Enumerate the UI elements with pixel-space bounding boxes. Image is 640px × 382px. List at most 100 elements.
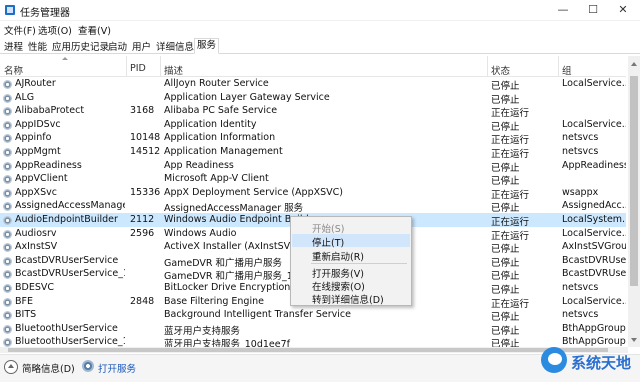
services-gear-icon[interactable] <box>82 360 94 372</box>
ctx-go-to-details-label: 转到详细信息(D) <box>312 295 384 306</box>
column-divider[interactable] <box>558 56 559 76</box>
service-row[interactable]: AppIDSvc Application Identity 已停止 LocalServ… <box>0 118 626 133</box>
task-manager-icon <box>5 5 15 15</box>
service-gear-icon <box>3 270 12 280</box>
service-description: Microsoft App-V Client <box>164 173 269 185</box>
service-row[interactable]: AJRouter AllJoyn Router Service 已停止 LocalSe… <box>0 77 626 92</box>
header-status[interactable]: 状态 <box>491 63 510 77</box>
service-name: BFE <box>15 295 33 307</box>
watermark-swoosh-icon <box>548 353 562 365</box>
tab-services[interactable]: 服务 <box>194 38 220 54</box>
title-bar: 任务管理器 — ☐ ✕ <box>0 0 640 21</box>
watermark-text: 系统天地 <box>571 354 632 372</box>
service-pid: 15336 <box>130 186 160 198</box>
service-group: AxInstSVGroup <box>562 241 626 253</box>
service-pid: 10148 <box>130 132 160 144</box>
menu-options[interactable]: 选项(O) <box>38 23 72 37</box>
service-row[interactable]: BluetoothUserService 蓝牙用户支持服务 已停止 BthAppGro… <box>0 322 626 337</box>
tab-startup[interactable]: 启动 <box>106 39 129 53</box>
column-divider[interactable] <box>487 56 488 76</box>
service-row[interactable]: Appinfo 10148 Application Information 正在运行 n… <box>0 131 626 146</box>
ctx-open-services[interactable]: 打开服务(V) <box>292 265 410 280</box>
menu-view[interactable]: 查看(V) <box>78 23 111 37</box>
service-name: Appinfo <box>15 132 52 144</box>
service-gear-icon <box>3 175 12 185</box>
service-gear-icon <box>3 216 12 225</box>
header-description[interactable]: 描述 <box>164 63 183 77</box>
service-row[interactable]: AppMgmt 14512 Application Management 正在运行 ne… <box>0 145 626 160</box>
ctx-stop[interactable]: 停止(T) <box>292 234 410 249</box>
open-services-link[interactable]: 打开服务 <box>98 361 136 375</box>
menu-file[interactable]: 文件(F) <box>4 23 36 37</box>
service-name: BluetoothUserService <box>15 322 118 334</box>
service-group: AppReadiness <box>562 159 626 171</box>
context-menu: 开始(S) 停止(T) 重新启动(R) 打开服务(V) 在线搜索(O) 转到详细… <box>290 216 412 306</box>
scroll-up-arrow-icon[interactable] <box>631 62 637 66</box>
tab-details[interactable]: 详细信息 <box>154 39 196 53</box>
close-button[interactable]: ✕ <box>608 2 638 18</box>
service-group: AssignedAcc... <box>562 200 626 212</box>
maximize-button[interactable]: ☐ <box>578 2 608 18</box>
service-name: AppIDSvc <box>15 118 61 130</box>
service-gear-icon <box>3 243 12 253</box>
ctx-restart[interactable]: 重新启动(R) <box>292 248 410 263</box>
service-row[interactable]: BITS Background Intelligent Transfer Serv… <box>0 308 626 323</box>
header-pid[interactable]: PID <box>130 63 146 74</box>
menu-bar: 文件(F) 选项(O) 查看(V) <box>0 21 640 37</box>
service-gear-icon <box>3 311 12 321</box>
service-gear-icon <box>3 161 12 171</box>
service-row[interactable]: AppReadiness App Readiness 已停止 AppReadiness <box>0 159 626 174</box>
service-row[interactable]: ALG Application Layer Gateway Service 已停止 <box>0 91 626 106</box>
service-name: Audiosrv <box>15 227 57 239</box>
service-name: BDESVC <box>15 282 54 293</box>
tab-app-history[interactable]: 应用历史记录 <box>50 39 111 53</box>
window-title: 任务管理器 <box>20 8 70 19</box>
service-description: AllJoyn Router Service <box>164 78 269 89</box>
service-row[interactable]: AppXSvc 15336 AppX Deployment Service (App… <box>0 186 626 201</box>
column-divider[interactable] <box>160 56 161 76</box>
collapse-up-icon[interactable] <box>4 360 18 374</box>
minimize-button[interactable]: — <box>548 2 578 18</box>
service-name: ALG <box>15 91 35 103</box>
service-description: Application Information <box>164 132 276 144</box>
scroll-down-arrow-icon[interactable] <box>631 338 637 342</box>
ctx-search-online[interactable]: 在线搜索(O) <box>292 278 410 293</box>
service-gear-icon <box>3 297 12 307</box>
service-gear-icon <box>3 134 12 144</box>
column-divider[interactable] <box>126 56 127 76</box>
tab-bar: 进程 性能 应用历史记录 启动 用户 详细信息 服务 <box>0 37 640 54</box>
horizontal-scroll-thumb[interactable] <box>8 348 608 352</box>
service-name: AJRouter <box>15 78 56 89</box>
service-group: netsvcs <box>562 132 599 144</box>
service-row[interactable]: AlibabaProtect 3168 Alibaba PC Safe Servic… <box>0 104 626 119</box>
less-details-link[interactable]: 简略信息(D) <box>22 361 75 375</box>
service-gear-icon <box>3 202 12 212</box>
vertical-scroll-thumb[interactable] <box>630 76 638 286</box>
header-group[interactable]: 组 <box>562 63 572 77</box>
service-description: Application Management <box>164 146 283 157</box>
service-gear-icon <box>3 93 12 103</box>
tab-processes[interactable]: 进程 <box>2 39 25 53</box>
service-group: wsappx <box>562 186 599 198</box>
header-name[interactable]: 名称 <box>4 63 23 77</box>
service-group: LocalService... <box>562 295 626 307</box>
ctx-go-to-details[interactable]: 转到详细信息(D) <box>292 291 410 306</box>
ctx-start[interactable]: 开始(S) <box>292 220 410 235</box>
service-description: Application Layer Gateway Service <box>164 91 330 103</box>
service-row[interactable]: AssignedAccessManager...AssignedAccessMa… <box>0 199 626 214</box>
service-group: BthAppGroup <box>562 322 626 334</box>
service-name: AudioEndpointBuilder <box>15 214 118 225</box>
service-name: BcastDVRUserService <box>15 254 119 266</box>
service-gear-icon <box>3 284 12 293</box>
ctx-start-label: 开始(S) <box>312 224 345 235</box>
service-description: Alibaba PC Safe Service <box>164 105 278 117</box>
tab-users[interactable]: 用户 <box>130 39 153 53</box>
service-name: BluetoothUserService_10... <box>15 336 125 348</box>
service-name: BITS <box>15 309 37 321</box>
service-group: BcastDVRUse... <box>562 254 626 266</box>
service-group: LocalService... <box>562 227 626 239</box>
ctx-separator <box>311 263 407 264</box>
tab-performance[interactable]: 性能 <box>26 39 49 53</box>
service-row[interactable]: AppVClient Microsoft App-V Client 已停止 <box>0 172 626 187</box>
service-pid: 2596 <box>130 227 155 239</box>
